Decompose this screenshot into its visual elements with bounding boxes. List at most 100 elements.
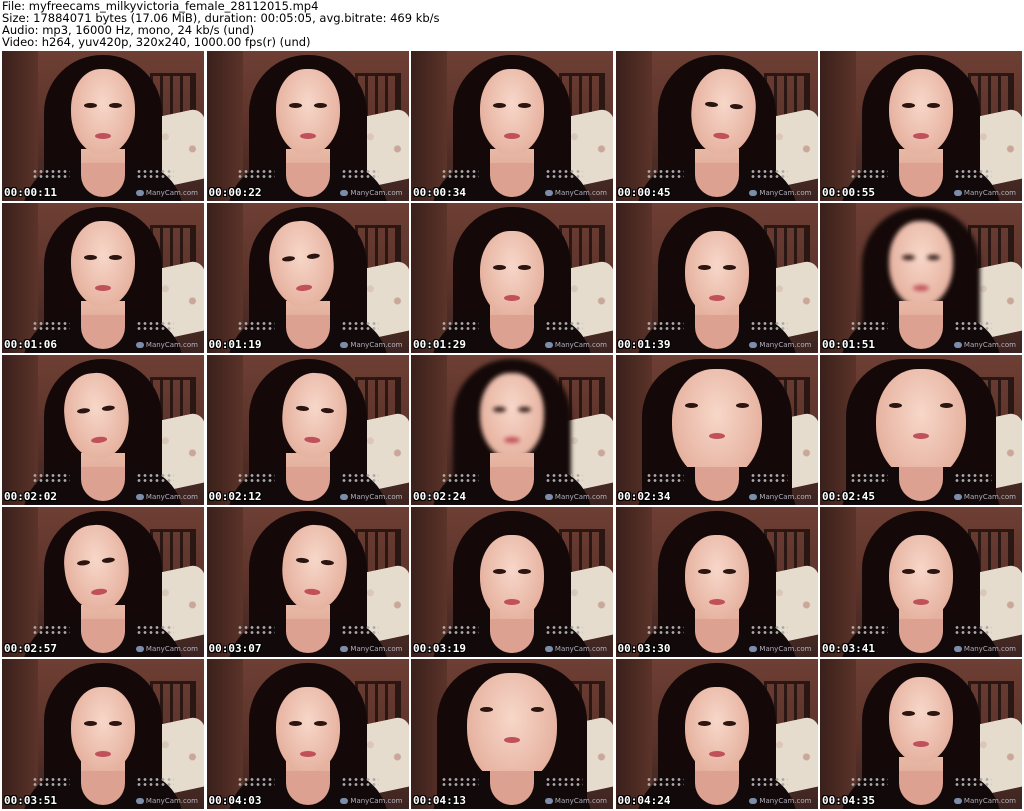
manycam-logo-icon: [544, 494, 553, 500]
watermark-text: ManyCam.com: [554, 341, 607, 349]
lips: [913, 285, 929, 291]
video-thumbnail: ManyCam.com 00:00:11: [2, 51, 204, 201]
shoulder-studs: [545, 625, 583, 635]
watermark-text: ManyCam.com: [350, 189, 403, 197]
right-eye: [101, 557, 116, 564]
watermark: ManyCam.com: [544, 189, 607, 197]
watermark-text: ManyCam.com: [554, 797, 607, 805]
shoulder-studs: [136, 321, 174, 331]
right-eye: [927, 103, 940, 108]
shoulder-studs: [441, 777, 479, 787]
watermark-text: ManyCam.com: [963, 645, 1016, 653]
shoulder-studs: [545, 169, 583, 179]
face: [480, 373, 544, 459]
video-thumbnail: ManyCam.com 00:03:51: [2, 659, 204, 809]
manycam-logo-icon: [544, 798, 553, 804]
face: [684, 687, 749, 773]
left-eye: [493, 103, 506, 108]
manycam-logo-icon: [340, 342, 349, 348]
video-thumbnail: ManyCam.com 00:02:12: [206, 355, 409, 505]
shoulder-studs: [850, 169, 888, 179]
shoulder-studs: [441, 321, 479, 331]
watermark: ManyCam.com: [749, 189, 812, 197]
face: [275, 69, 340, 155]
shoulder-studs: [749, 625, 788, 635]
shoulder-studs: [32, 473, 70, 483]
face: [71, 221, 135, 307]
shoulder-studs: [645, 169, 684, 179]
video-thumbnail: ManyCam.com 00:03:07: [206, 507, 409, 657]
shoulder-studs: [545, 777, 583, 787]
watermark-text: ManyCam.com: [350, 797, 403, 805]
shoulder-studs: [850, 473, 888, 483]
lips: [504, 295, 520, 301]
lips: [90, 436, 108, 444]
manycam-logo-icon: [340, 798, 349, 804]
watermark: ManyCam.com: [749, 493, 812, 501]
watermark: ManyCam.com: [135, 797, 198, 805]
face: [275, 687, 340, 773]
face: [480, 69, 544, 155]
timestamp: 00:04:24: [617, 794, 671, 807]
left-eye: [76, 407, 91, 415]
lips: [504, 437, 520, 443]
shoulder-studs: [340, 169, 379, 179]
lips: [708, 751, 725, 757]
left-eye: [493, 265, 506, 270]
timestamp: 00:02:57: [4, 642, 57, 655]
right-eye: [518, 103, 531, 108]
shoulder-studs: [441, 169, 479, 179]
face: [889, 69, 953, 155]
right-eye: [518, 569, 531, 574]
video-thumbnail: ManyCam.com 00:01:39: [615, 203, 818, 353]
timestamp: 00:02:12: [208, 490, 262, 503]
manycam-logo-icon: [953, 798, 962, 804]
shoulder-studs: [136, 169, 174, 179]
right-eye: [101, 405, 116, 412]
video-thumbnail: ManyCam.com 00:00:34: [411, 51, 613, 201]
shoulder-studs: [236, 169, 275, 179]
shoulder-studs: [850, 625, 888, 635]
shoulder-studs: [340, 625, 379, 635]
watermark: ManyCam.com: [953, 797, 1016, 805]
video-thumbnail: ManyCam.com 00:04:03: [206, 659, 409, 809]
face: [71, 687, 135, 773]
manycam-logo-icon: [953, 646, 962, 652]
shoulder-studs: [954, 169, 992, 179]
shoulder-studs: [749, 169, 788, 179]
timestamp: 00:03:07: [208, 642, 262, 655]
left-eye: [76, 559, 91, 567]
watermark-text: ManyCam.com: [350, 341, 403, 349]
video-thumbnail: ManyCam.com 00:02:57: [2, 507, 204, 657]
watermark-text: ManyCam.com: [145, 645, 198, 653]
file-info-header: File: myfreecams_milkyvictoria_female_28…: [2, 0, 1022, 48]
shoulder-studs: [645, 777, 684, 787]
left-eye: [288, 721, 302, 726]
left-eye: [493, 407, 506, 412]
face: [684, 231, 749, 317]
video-thumbnail: ManyCam.com 00:00:22: [206, 51, 409, 201]
lips: [712, 132, 730, 140]
manycam-logo-icon: [135, 494, 144, 500]
shoulder-studs: [749, 777, 788, 787]
face: [671, 369, 762, 481]
right-eye: [531, 707, 544, 712]
timestamp: 00:04:35: [822, 794, 875, 807]
video-thumbnail: ManyCam.com 00:02:34: [615, 355, 818, 505]
shoulder-studs: [954, 777, 992, 787]
shoulder-studs: [645, 625, 684, 635]
video-thumbnail: ManyCam.com 00:03:19: [411, 507, 613, 657]
left-eye: [902, 103, 915, 108]
watermark: ManyCam.com: [340, 797, 403, 805]
watermark: ManyCam.com: [749, 645, 812, 653]
watermark: ManyCam.com: [544, 341, 607, 349]
right-eye: [109, 103, 122, 108]
timestamp: 00:03:30: [617, 642, 671, 655]
shoulder-studs: [32, 321, 70, 331]
shoulder-studs: [236, 473, 275, 483]
video-thumbnail: ManyCam.com 00:00:45: [615, 51, 818, 201]
timestamp: 00:01:29: [413, 338, 466, 351]
lips: [504, 133, 520, 139]
lips: [913, 133, 929, 139]
shoulder-studs: [954, 473, 992, 483]
